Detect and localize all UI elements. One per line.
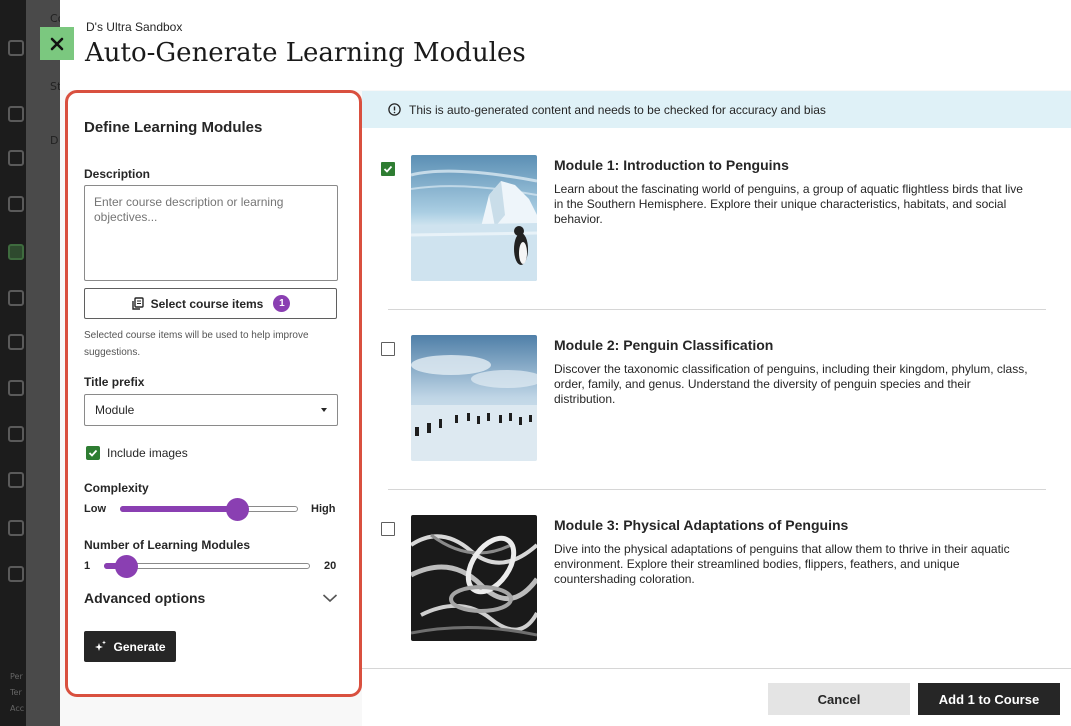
module-1-image (411, 155, 537, 281)
select-items-hint: Selected course items will be used to he… (84, 330, 309, 358)
sparkle-icon (95, 640, 107, 651)
panel-header: D's Ultra Sandbox Auto-Generate Learning… (60, 0, 1071, 90)
bg-footer-text: Per (10, 672, 23, 681)
complexity-label: Complexity (84, 481, 149, 495)
module-3-checkbox[interactable] (381, 522, 395, 536)
num-modules-slider-row: 1 20 (84, 555, 337, 578)
export-icon (8, 520, 24, 536)
tools-icon (8, 472, 24, 488)
background-course-column: Co St D (26, 0, 64, 726)
info-icon (388, 103, 401, 116)
signout-icon (8, 566, 24, 582)
chevron-down-icon (322, 594, 338, 603)
module-1-checkbox[interactable] (381, 162, 395, 176)
num-modules-min-label: 1 (84, 560, 91, 572)
num-modules-slider-thumb[interactable] (114, 555, 138, 578)
module-2-title: Module 2: Penguin Classification (554, 337, 774, 353)
bg-text: D (50, 134, 59, 147)
notice-text: This is auto-generated content and needs… (409, 102, 826, 117)
grades-icon (8, 426, 24, 442)
nav-icon (8, 40, 24, 56)
complexity-slider-thumb[interactable] (226, 498, 250, 521)
module-2-image (411, 335, 537, 461)
select-course-items-label: Select course items (150, 296, 264, 311)
module-1-description: Learn about the fascinating world of pen… (554, 182, 1023, 226)
checkmark-icon (383, 165, 393, 173)
module-3-description: Dive into the physical adaptations of pe… (554, 542, 1010, 586)
description-label: Description (84, 167, 151, 181)
checkmark-icon (88, 449, 98, 457)
num-modules-label: Number of Learning Modules (84, 538, 251, 552)
cancel-button[interactable]: Cancel (768, 683, 910, 715)
complexity-low-label: Low (84, 503, 106, 515)
title-prefix-value: Module (95, 403, 135, 417)
num-modules-max-label: 20 (324, 560, 337, 572)
num-modules-slider[interactable] (104, 555, 310, 578)
generate-button[interactable]: Generate (84, 631, 176, 662)
title-prefix-label: Title prefix (84, 375, 145, 389)
close-button[interactable] (40, 27, 74, 60)
add-to-course-button[interactable]: Add 1 to Course (918, 683, 1060, 715)
description-input[interactable] (84, 185, 338, 281)
page-title: Auto-Generate Learning Modules (85, 38, 526, 68)
copy-icon (131, 296, 144, 310)
course-name: D's Ultra Sandbox (86, 20, 183, 34)
bg-footer-text: Acc (10, 704, 25, 713)
groups-icon (8, 290, 24, 306)
advanced-options-toggle[interactable]: Advanced options (84, 590, 338, 606)
title-prefix-select[interactable]: Module (84, 394, 338, 426)
complexity-slider[interactable] (120, 498, 298, 521)
generate-label: Generate (113, 639, 166, 654)
profile-icon (8, 150, 24, 166)
chevron-down-icon (321, 408, 327, 412)
include-images-row: Include images (86, 446, 188, 460)
select-course-items-button[interactable]: Select course items 1 (84, 288, 337, 319)
module-3-title: Module 3: Physical Adaptations of Pengui… (554, 517, 849, 533)
complexity-slider-row: Low High (84, 498, 336, 521)
module-2-description: Discover the taxonomic classification of… (554, 362, 1028, 406)
advanced-options-label: Advanced options (84, 590, 206, 606)
selected-count-badge: 1 (273, 295, 291, 312)
form-title: Define Learning Modules (84, 119, 263, 136)
background-nav-strip: Per Ter Acc (0, 0, 26, 726)
module-card: Module 3: Physical Adaptations of Pengui… (362, 488, 1071, 668)
module-card: Module 1: Introduction to Penguins Learn… (362, 128, 1071, 308)
auto-generated-notice: This is auto-generated content and needs… (362, 91, 1071, 128)
panel-footer: Cancel Add 1 to Course (362, 668, 1071, 726)
include-images-checkbox[interactable] (86, 446, 100, 460)
complexity-slider-fill (120, 506, 238, 512)
module-1-title: Module 1: Introduction to Penguins (554, 157, 789, 173)
modules-list: Module 1: Introduction to Penguins Learn… (362, 128, 1071, 668)
define-modules-form: Define Learning Modules Description Sele… (65, 90, 362, 697)
calendar-icon (8, 334, 24, 350)
close-icon (50, 37, 64, 50)
messages-icon (8, 380, 24, 396)
globe-icon (8, 196, 24, 212)
include-images-label: Include images (107, 446, 188, 460)
complexity-high-label: High (311, 503, 336, 515)
institution-icon (8, 106, 24, 122)
courses-icon (8, 244, 24, 260)
bg-footer-text: Ter (10, 688, 22, 697)
module-card: Module 2: Penguin Classification Discove… (362, 308, 1071, 488)
generate-modules-panel: D's Ultra Sandbox Auto-Generate Learning… (60, 0, 1071, 726)
module-3-image (411, 515, 537, 641)
module-2-checkbox[interactable] (381, 342, 395, 356)
